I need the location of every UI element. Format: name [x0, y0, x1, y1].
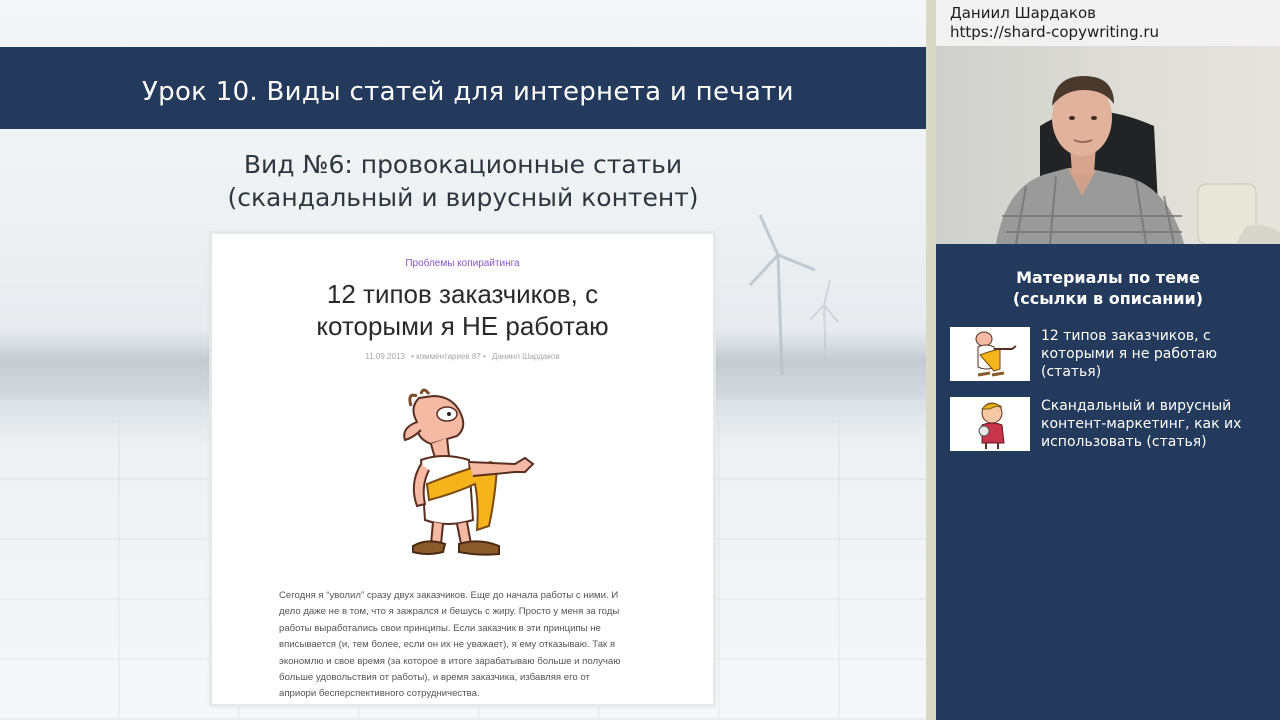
material-line: (статья): [1041, 364, 1102, 380]
material-link-1[interactable]: 12 типов заказчиков, с которыми я не раб…: [950, 327, 1270, 383]
slide-area: Урок 10. Виды статей для интернета и печ…: [0, 0, 926, 720]
article-body-line: больше удовольствия от работы), и время …: [279, 672, 590, 684]
section-title: Вид №6: провокационные статьи (скандальн…: [150, 148, 776, 214]
article-title: 12 типов заказчиков, с которыми я НЕ раб…: [232, 278, 693, 342]
material-link-2[interactable]: Скандальный и вирусный контент-маркетинг…: [950, 397, 1270, 453]
article-body-line: априори бесперспективного сотрудничества…: [279, 688, 480, 700]
materials-title-line-1: Материалы по теме: [1016, 268, 1200, 287]
material-title: 12 типов заказчиков, с которыми я не раб…: [1041, 327, 1266, 381]
article-meta: 11.09.2013 • комментариев 87 • Даниил Ша…: [212, 352, 713, 361]
cartoon-boy-thumbnail-icon: [978, 402, 1005, 449]
material-thumbnail: [950, 327, 1030, 381]
author-url[interactable]: https://shard-copywriting.ru: [950, 23, 1159, 41]
article-comments: • комментариев 87 •: [411, 352, 486, 361]
article-body-line: вписывается (и, тем более, если он их не…: [279, 639, 616, 651]
article-body-line: Сегодня я “уволил” сразу двух заказчиков…: [279, 590, 619, 601]
article-title-line-2: которыми я НЕ работаю: [316, 311, 609, 341]
material-line: контент-маркетинг, как их: [1041, 416, 1242, 432]
sidebar: Даниил Шардаков https://shard-copywritin…: [926, 0, 1280, 720]
wind-turbine-graphic: [748, 214, 839, 376]
presenter-figure: [996, 76, 1280, 244]
author-name: Даниил Шардаков: [950, 4, 1096, 22]
lesson-title-band: Урок 10. Виды статей для интернета и печ…: [0, 47, 926, 129]
article-body-line: работы выработались свои принципы. Если …: [279, 622, 601, 634]
article-author: Даниил Шардаков: [492, 352, 560, 361]
author-info: Даниил Шардаков https://shard-copywritin…: [936, 0, 1280, 46]
materials-title-line-2: (ссылки в описании): [1012, 289, 1204, 308]
webcam-video: [936, 46, 1280, 244]
material-title: Скандальный и вирусный контент-маркетинг…: [1041, 397, 1266, 451]
section-title-line-2: (скандальный и вирусный контент): [227, 183, 699, 212]
material-line: 12 типов заказчиков, с: [1041, 328, 1211, 344]
article-title-line-1: 12 типов заказчиков, с: [326, 279, 599, 309]
article-body-line: дело даже не в том, что я зажрался и беш…: [279, 606, 620, 618]
article-screenshot-card: Проблемы копирайтинга 12 типов заказчико…: [212, 234, 713, 704]
materials-title: Материалы по теме (ссылки в описании): [936, 267, 1280, 309]
article-body: Сегодня я “уволил” сразу двух заказчиков…: [279, 588, 649, 703]
material-line: Скандальный и вирусный: [1041, 398, 1232, 414]
material-line: которыми я не работаю: [1041, 346, 1218, 362]
article-category: Проблемы копирайтинга: [405, 258, 520, 269]
cartoon-man-illustration: [403, 388, 535, 556]
section-title-line-1: Вид №6: провокационные статьи: [243, 150, 683, 179]
article-body-line: экономлю и свое время (за которое в итог…: [279, 655, 621, 667]
cartoon-man-thumbnail-icon: [975, 331, 1017, 377]
material-line: использовать (статья): [1041, 434, 1207, 450]
material-thumbnail: [950, 397, 1030, 451]
lesson-title: Урок 10. Виды статей для интернета и печ…: [142, 77, 794, 107]
article-date: 11.09.2013: [365, 352, 405, 361]
